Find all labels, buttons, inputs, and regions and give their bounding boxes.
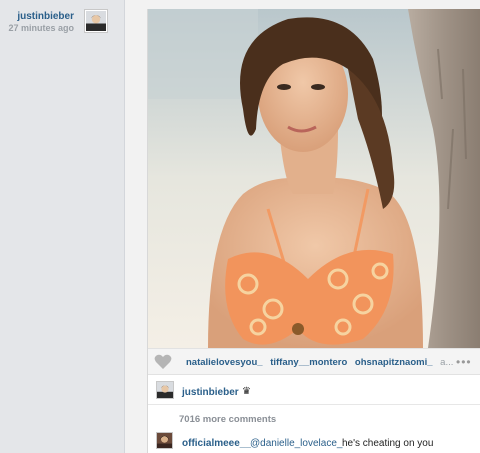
comment-row: officialmeee__ @danielle_lovelace_ he's … [148,429,480,453]
like-button[interactable] [154,354,172,370]
caption-row: justinbieber ♛ [148,375,480,405]
commenter-avatar[interactable] [156,432,173,449]
liker-link[interactable]: ohsnapitznaomi_ [355,357,433,368]
post-card: natalielovesyou_ tiffany__montero ohsnap… [147,9,480,453]
more-comments-link[interactable]: 7016 more comments [179,414,276,425]
post-author-avatar[interactable] [84,9,108,33]
left-column [0,0,125,453]
comment-text: he's cheating on you [342,438,434,449]
liker-link[interactable]: tiffany__montero [270,357,347,368]
commenter-link[interactable]: officialmeee__ [182,438,251,449]
photo-image [148,9,480,348]
likers-overflow[interactable]: a... [440,357,453,368]
liker-link[interactable]: natalielovesyou_ [186,357,263,368]
post-author-link[interactable]: justinbieber [0,11,74,22]
likers-list: natalielovesyou_ tiffany__montero ohsnap… [186,357,456,368]
post-timestamp[interactable]: 27 minutes ago [0,23,74,33]
post-photo[interactable] [148,9,480,348]
likes-bar: natalielovesyou_ tiffany__montero ohsnap… [148,348,480,375]
avatar-image [86,11,106,31]
avatar-image [157,382,173,398]
caption-text: ♛ [242,386,251,397]
caption-author-link[interactable]: justinbieber [182,387,239,398]
heart-icon [154,354,172,369]
avatar-image [157,433,172,448]
mention-link[interactable]: @danielle_lovelace_ [250,438,342,449]
caption-avatar[interactable] [156,381,174,399]
more-dots-icon[interactable]: ••• [456,355,478,369]
